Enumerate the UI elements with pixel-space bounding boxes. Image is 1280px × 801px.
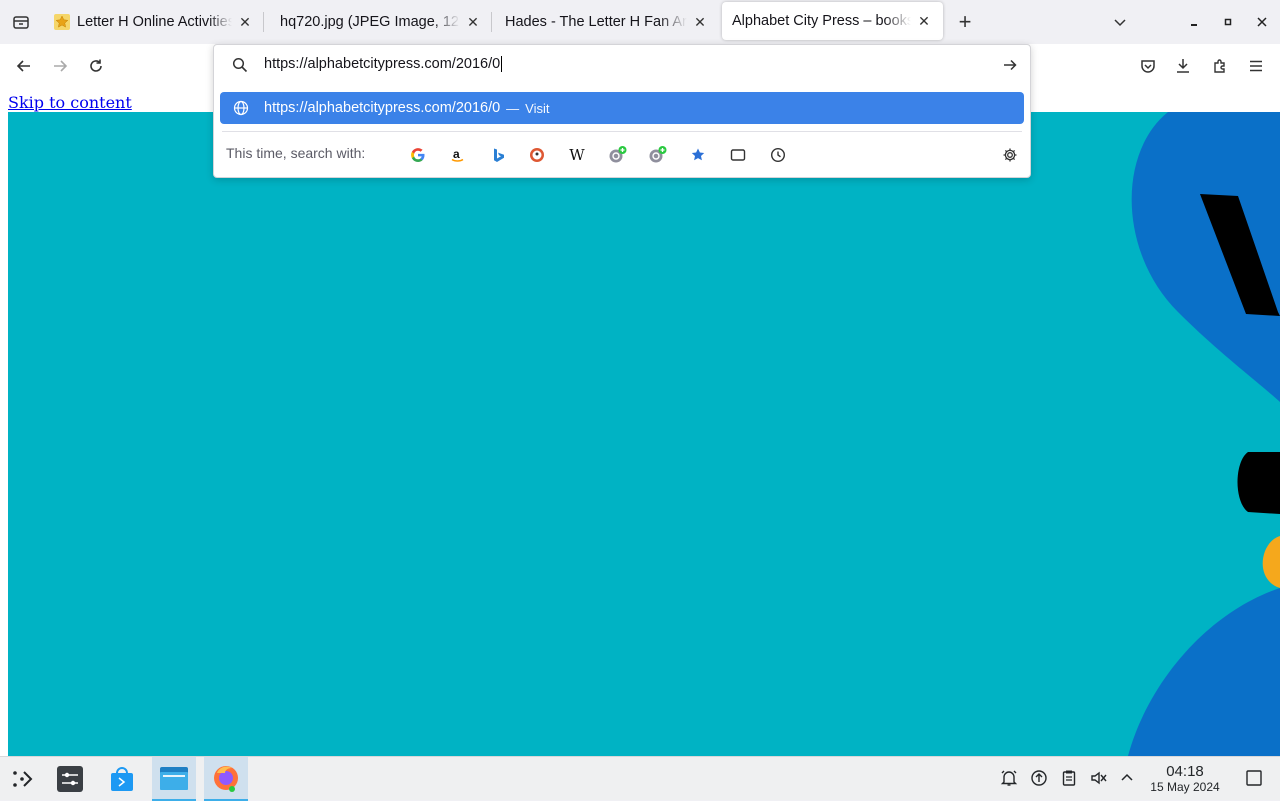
system-settings-taskbar-item[interactable] xyxy=(48,757,92,801)
urlbar-input[interactable]: https://alphabetcitypress.com/2016/0 xyxy=(264,56,503,73)
reload-icon xyxy=(90,59,102,72)
clipboard-icon xyxy=(1062,770,1076,786)
hamburger-menu-icon xyxy=(1250,60,1262,72)
urlbar-popup: https://alphabetcitypress.com/2016/0 htt… xyxy=(213,44,1031,178)
maximize-button[interactable] xyxy=(1213,7,1243,37)
tab-title: Hades - The Letter H Fan Art xyxy=(505,14,687,30)
web-page: Skip to content xyxy=(0,88,1280,756)
hero-illustration xyxy=(8,112,1280,756)
update-icon xyxy=(1031,770,1047,786)
list-all-tabs-button[interactable] xyxy=(6,7,36,37)
chevron-up-icon xyxy=(1121,773,1133,781)
forward-button[interactable] xyxy=(44,50,76,82)
svg-text:a: a xyxy=(453,147,460,161)
notifications-tray-item[interactable] xyxy=(998,767,1020,789)
alarm-bell-icon xyxy=(1000,770,1018,786)
firefox-taskbar-item[interactable] xyxy=(204,757,248,801)
suggestion-separator: — xyxy=(506,100,520,116)
updates-tray-item[interactable] xyxy=(1028,767,1050,789)
skip-to-content-link[interactable]: Skip to content xyxy=(8,93,132,112)
search-engine-add-icon[interactable] xyxy=(606,143,630,167)
tab-bar: Letter H Online Activities ✕ hq720.jpg (… xyxy=(0,0,1280,44)
file-manager-taskbar-item[interactable] xyxy=(152,757,196,801)
reload-button[interactable] xyxy=(80,50,112,82)
close-tab-icon[interactable]: ✕ xyxy=(236,13,254,31)
search-engine-add-icon[interactable] xyxy=(646,143,670,167)
discover-icon xyxy=(111,767,133,791)
tab-list-icon xyxy=(13,16,29,29)
wikipedia-icon[interactable]: W xyxy=(565,143,589,167)
google-icon[interactable] xyxy=(406,143,430,167)
show-desktop-button[interactable] xyxy=(1243,767,1265,789)
tab-title: hq720.jpg (JPEG Image, 1280 xyxy=(280,14,460,30)
clipboard-tray-item[interactable] xyxy=(1058,767,1080,789)
hero-banner xyxy=(8,112,1280,756)
arrow-right-icon xyxy=(54,60,68,72)
new-tab-button[interactable]: + xyxy=(950,7,980,37)
close-tab-icon[interactable]: ✕ xyxy=(464,13,482,31)
desktop-icon xyxy=(1246,770,1262,786)
duckduckgo-icon[interactable] xyxy=(525,143,549,167)
search-settings-gear-icon[interactable] xyxy=(998,143,1022,167)
firefox-icon xyxy=(214,766,238,792)
tabs-icon[interactable] xyxy=(726,143,750,167)
suggestion-url: https://alphabetcitypress.com/2016/0 xyxy=(264,100,501,116)
tab-alphabet-city-press[interactable]: Alphabet City Press – books ✕ xyxy=(722,2,943,40)
tab-title: Alphabet City Press – books xyxy=(732,13,911,29)
downloads-button[interactable] xyxy=(1167,50,1199,82)
chevron-down-icon xyxy=(1114,19,1126,27)
tab-hades-fan-art[interactable]: Hades - The Letter H Fan Art ✕ xyxy=(495,0,719,44)
pocket-button[interactable] xyxy=(1132,50,1164,82)
search-icon xyxy=(232,57,248,73)
extensions-button[interactable] xyxy=(1204,50,1236,82)
folder-icon xyxy=(160,767,188,790)
back-button[interactable] xyxy=(8,50,40,82)
tab-hq720-image[interactable]: hq720.jpg (JPEG Image, 1280 ✕ xyxy=(270,0,492,44)
tab-overflow-button[interactable] xyxy=(1105,7,1135,37)
tab-letter-h-activities[interactable]: Letter H Online Activities ✕ xyxy=(44,0,264,44)
suggestion-action: Visit xyxy=(525,100,550,116)
close-tab-icon[interactable]: ✕ xyxy=(691,13,709,31)
history-icon[interactable] xyxy=(766,143,790,167)
arrow-left-icon xyxy=(16,60,30,72)
digital-clock[interactable]: 04:18 15 May 2024 xyxy=(1142,763,1228,795)
minimize-icon xyxy=(1191,24,1197,26)
close-icon xyxy=(1257,17,1267,27)
app-store-taskbar-item[interactable] xyxy=(100,757,144,801)
clock-time: 04:18 xyxy=(1166,763,1204,780)
settings-icon xyxy=(57,766,83,792)
download-icon xyxy=(1177,59,1189,73)
bookmarks-icon[interactable] xyxy=(686,143,710,167)
minimize-button[interactable] xyxy=(1179,7,1209,37)
bing-icon[interactable] xyxy=(486,143,510,167)
urlbar[interactable]: https://alphabetcitypress.com/2016/0 xyxy=(214,45,1030,85)
star-icon xyxy=(54,14,70,30)
close-window-button[interactable] xyxy=(1247,7,1277,37)
puzzle-icon xyxy=(1214,59,1225,73)
application-launcher[interactable] xyxy=(0,757,44,801)
show-hidden-icons-button[interactable] xyxy=(1116,767,1138,789)
globe-icon xyxy=(231,98,251,118)
volume-tray-item[interactable] xyxy=(1088,767,1110,789)
maximize-icon xyxy=(1224,18,1232,26)
pocket-icon xyxy=(1141,60,1155,73)
launcher-icon xyxy=(13,771,33,787)
taskbar: 04:18 15 May 2024 xyxy=(0,756,1280,801)
clock-date: 15 May 2024 xyxy=(1150,780,1220,794)
amazon-icon[interactable]: a xyxy=(446,143,470,167)
divider xyxy=(222,131,1022,132)
plus-icon: + xyxy=(958,9,972,34)
go-arrow-icon[interactable] xyxy=(1002,57,1018,73)
search-with-label: This time, search with: xyxy=(226,145,366,161)
volume-muted-icon xyxy=(1091,771,1107,785)
url-suggestion-visit[interactable]: https://alphabetcitypress.com/2016/0 — V… xyxy=(220,92,1024,124)
tab-title: Letter H Online Activities xyxy=(77,14,232,30)
close-tab-icon[interactable]: ✕ xyxy=(915,12,933,30)
app-menu-button[interactable] xyxy=(1240,50,1272,82)
